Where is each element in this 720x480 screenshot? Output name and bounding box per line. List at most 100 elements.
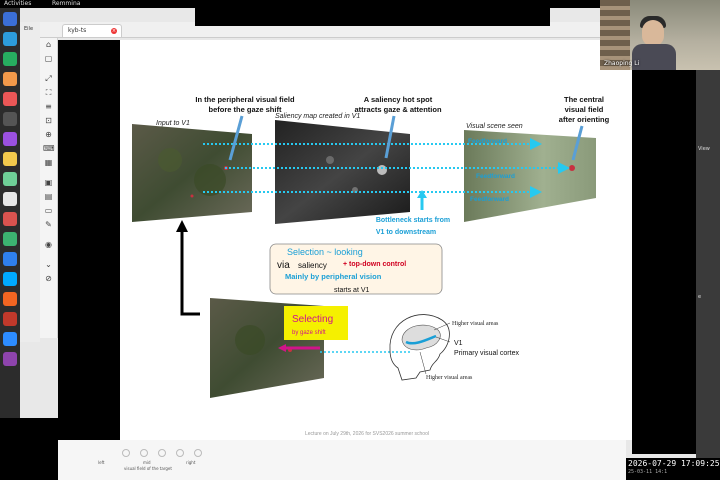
page-controls — [122, 442, 232, 457]
disconnect-icon[interactable]: ⊘ — [43, 274, 54, 284]
label-peripheral-1: In the peripheral visual field — [195, 95, 295, 104]
chevron-down-icon[interactable]: ⌄ — [43, 260, 54, 270]
prev-icon[interactable] — [122, 449, 130, 457]
wrench-icon[interactable]: ✎ — [43, 220, 54, 230]
app-name: Remmina — [52, 0, 81, 7]
video-icon[interactable] — [194, 449, 203, 457]
slack-icon[interactable] — [3, 192, 17, 206]
higher-areas-top: Higher visual areas — [452, 321, 499, 327]
selection-via: via — [277, 260, 290, 271]
foliage-blob — [235, 325, 265, 355]
label-central-2: visual field — [565, 105, 604, 114]
feedforward-label-3: Feedforward — [470, 196, 509, 203]
network-icon[interactable] — [3, 232, 17, 246]
menu-icon[interactable]: ≡ — [43, 102, 54, 112]
side-letter: e — [698, 294, 702, 300]
gaze-shift-arrowhead — [176, 220, 188, 232]
file-menu-label[interactable]: Eile — [24, 26, 33, 32]
settings-app-icon[interactable] — [3, 352, 17, 366]
display-icon[interactable]: ▭ — [43, 206, 54, 216]
fullscreen-icon[interactable]: ⛶ — [43, 88, 54, 98]
datetime: 2026-07-29 17:09:25 — [628, 459, 720, 468]
scale-icon[interactable]: ⊡ — [43, 116, 54, 126]
clipboard-icon[interactable]: ▤ — [43, 192, 54, 202]
right-panel: View e — [696, 70, 720, 480]
window-icon[interactable]: ▢ — [43, 54, 54, 64]
zoom-icon[interactable] — [3, 332, 17, 346]
slide-footer: Lecture on July 29th, 2026 for SVS2026 s… — [305, 431, 429, 437]
label-peripheral-2: before the gaze shift — [209, 105, 282, 114]
higher-areas-bottom: Higher visual areas — [426, 375, 473, 381]
bottleneck-label-1: Bottleneck starts from — [376, 217, 450, 224]
feedforward-label-1: Feedforward — [468, 138, 507, 145]
dock-bottom-black — [0, 418, 58, 480]
files-icon[interactable] — [3, 12, 17, 26]
application-dock: ⋮⋮ — [0, 8, 24, 480]
slide-figure: Input to V1 Saliency map created in V1 V… — [132, 95, 610, 437]
letterbox-left — [58, 40, 120, 452]
zoom-icon[interactable] — [158, 449, 167, 457]
calc-icon[interactable] — [3, 52, 17, 66]
axis-caption: visual field of the target — [124, 466, 172, 471]
tab-label: kyb-ts — [68, 27, 87, 34]
selection-mainly: Mainly by peripheral vision — [285, 272, 382, 281]
fit-icon[interactable]: ⤢ — [43, 74, 54, 84]
keyboard-icon[interactable]: ⌨ — [43, 144, 55, 154]
label-input: Input to V1 — [156, 120, 190, 127]
central-flower — [569, 165, 575, 171]
selection-starts: starts at V1 — [334, 287, 370, 294]
view-label[interactable]: View — [698, 146, 710, 152]
label-visual-scene: Visual scene seen — [466, 123, 523, 130]
flower-dot — [190, 194, 194, 198]
pdf-icon[interactable] — [3, 312, 17, 326]
teams-icon[interactable] — [3, 252, 17, 266]
leader-line — [419, 351, 427, 375]
gaze-shift-label: by gaze shift — [292, 330, 326, 336]
target-icon[interactable]: ⊕ — [43, 130, 54, 140]
home-icon[interactable]: ⌂ — [43, 40, 54, 50]
input-image — [132, 124, 252, 222]
participant-name: Zhaoping Li — [604, 60, 640, 67]
browser-icon[interactable] — [3, 32, 17, 46]
v1-label: V1 — [454, 340, 463, 347]
datetime-sub: 25-03-11 14:1 — [628, 469, 668, 475]
bottom-strip: left mid right visual field of the targe… — [58, 440, 626, 480]
saliency-hotspot — [377, 165, 387, 175]
sync-icon[interactable] — [3, 272, 17, 286]
grid-icon[interactable]: ▦ — [43, 158, 54, 168]
activities-button[interactable]: Activities — [4, 0, 31, 8]
matlab-icon[interactable] — [3, 92, 17, 106]
bottleneck-label-2: V1 to downstream — [376, 229, 436, 236]
copy-icon[interactable] — [176, 449, 185, 457]
next-icon[interactable] — [140, 449, 149, 457]
camera-icon[interactable]: ◉ — [43, 240, 54, 250]
label-saliency-map: Saliency map created in V1 — [275, 113, 360, 120]
letterbox-right — [632, 70, 696, 454]
axis-mid: mid — [143, 460, 151, 465]
notes-icon[interactable] — [3, 152, 17, 166]
mail-icon[interactable] — [3, 212, 17, 226]
axis-right: right — [186, 460, 196, 465]
impress-icon[interactable] — [3, 72, 17, 86]
participant-video[interactable]: Zhaoping Li — [600, 0, 720, 70]
tab-kyb-ts[interactable]: kyb-ts × — [62, 24, 122, 37]
remote-top-bar — [195, 0, 550, 26]
timestamp-overlay: 2026-07-29 17:09:25 25-03-11 14:1 — [626, 458, 720, 480]
primary-cortex-label: Primary visual cortex — [454, 350, 519, 357]
close-icon[interactable]: × — [111, 28, 117, 34]
selection-topdown: + top-down control — [343, 261, 406, 268]
saliency-blob — [326, 156, 334, 164]
firefox-icon[interactable] — [3, 292, 17, 306]
screenshot-icon[interactable]: ▣ — [43, 178, 54, 188]
bottleneck-arrowhead — [417, 190, 427, 198]
remmina-side-panel: Eile — [20, 22, 40, 342]
maps-icon[interactable] — [3, 172, 17, 186]
label-hotspot-2: attracts gaze & attention — [354, 105, 442, 114]
participant-face — [642, 20, 664, 46]
editor-icon[interactable] — [3, 132, 17, 146]
gaze-shift-arrow — [180, 224, 200, 316]
label-central-1: The central — [564, 95, 604, 104]
terminal-icon[interactable] — [3, 112, 17, 126]
presentation-slide: Input to V1 Saliency map created in V1 V… — [120, 40, 632, 440]
foliage-blob — [158, 148, 182, 172]
